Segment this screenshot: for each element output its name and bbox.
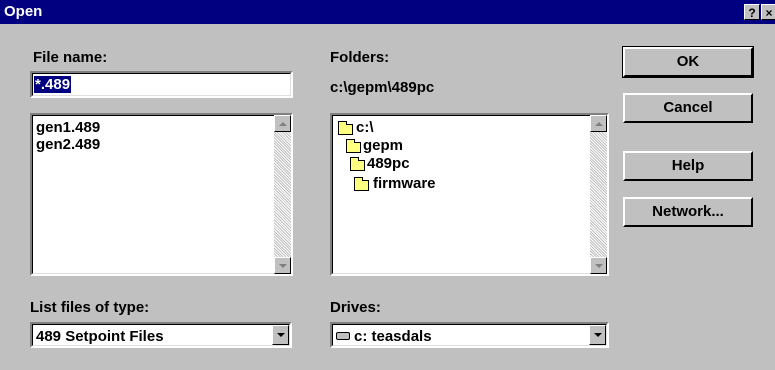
arrow-down-icon bbox=[594, 263, 603, 268]
drives-dropdown-button[interactable] bbox=[589, 325, 606, 345]
file-name-input[interactable]: *.489 bbox=[30, 71, 293, 98]
scroll-down-button[interactable] bbox=[590, 257, 607, 274]
file-type-label: List files of type: bbox=[30, 299, 150, 316]
help-button[interactable]: Help bbox=[623, 151, 753, 181]
scroll-up-button[interactable] bbox=[274, 115, 291, 132]
window-title: Open bbox=[4, 3, 43, 20]
scroll-down-button[interactable] bbox=[274, 257, 291, 274]
file-name-value: *.489 bbox=[34, 76, 72, 93]
scroll-up-button[interactable] bbox=[590, 115, 607, 132]
file-type-select[interactable]: 489 Setpoint Files bbox=[30, 322, 292, 348]
folder-tree[interactable]: c:\ gepm 489pc firmware bbox=[330, 113, 609, 276]
arrow-down-icon bbox=[278, 263, 287, 268]
drives-select[interactable]: c: teasdals bbox=[330, 322, 609, 348]
folders-label: Folders: bbox=[330, 49, 390, 66]
file-name-label: File name: bbox=[33, 49, 108, 66]
open-folder-icon bbox=[346, 139, 361, 153]
folder-tree-scrollbar[interactable] bbox=[590, 115, 607, 274]
help-title-button[interactable]: ? bbox=[744, 4, 760, 20]
folder-item-firmware[interactable]: firmware bbox=[373, 175, 436, 192]
close-button[interactable]: × bbox=[761, 4, 775, 20]
drive-icon bbox=[336, 332, 350, 340]
folder-item-489pc[interactable]: 489pc bbox=[367, 155, 410, 172]
file-list[interactable]: gen1.489 gen2.489 bbox=[30, 113, 293, 276]
file-list-item[interactable]: gen2.489 bbox=[36, 136, 100, 153]
file-list-item[interactable]: gen1.489 bbox=[36, 119, 100, 136]
network-button[interactable]: Network... bbox=[623, 197, 753, 227]
folder-icon bbox=[354, 177, 369, 191]
file-list-scrollbar[interactable] bbox=[274, 115, 291, 274]
drives-label: Drives: bbox=[330, 299, 381, 316]
current-path: c:\gepm\489pc bbox=[330, 79, 435, 96]
open-folder-icon bbox=[350, 157, 365, 171]
open-folder-icon bbox=[338, 121, 353, 135]
chevron-down-icon bbox=[276, 333, 285, 337]
file-type-dropdown-button[interactable] bbox=[272, 325, 289, 345]
folder-item-root[interactable]: c:\ bbox=[356, 119, 374, 136]
cancel-button[interactable]: Cancel bbox=[623, 93, 753, 123]
arrow-up-icon bbox=[278, 121, 287, 126]
arrow-up-icon bbox=[594, 121, 603, 126]
drive-value: c: teasdals bbox=[354, 328, 432, 345]
file-type-value: 489 Setpoint Files bbox=[36, 328, 164, 345]
chevron-down-icon bbox=[593, 333, 602, 337]
title-bar[interactable]: Open ? × bbox=[0, 0, 775, 24]
ok-button[interactable]: OK bbox=[622, 46, 754, 78]
folder-item-gepm[interactable]: gepm bbox=[363, 137, 403, 154]
